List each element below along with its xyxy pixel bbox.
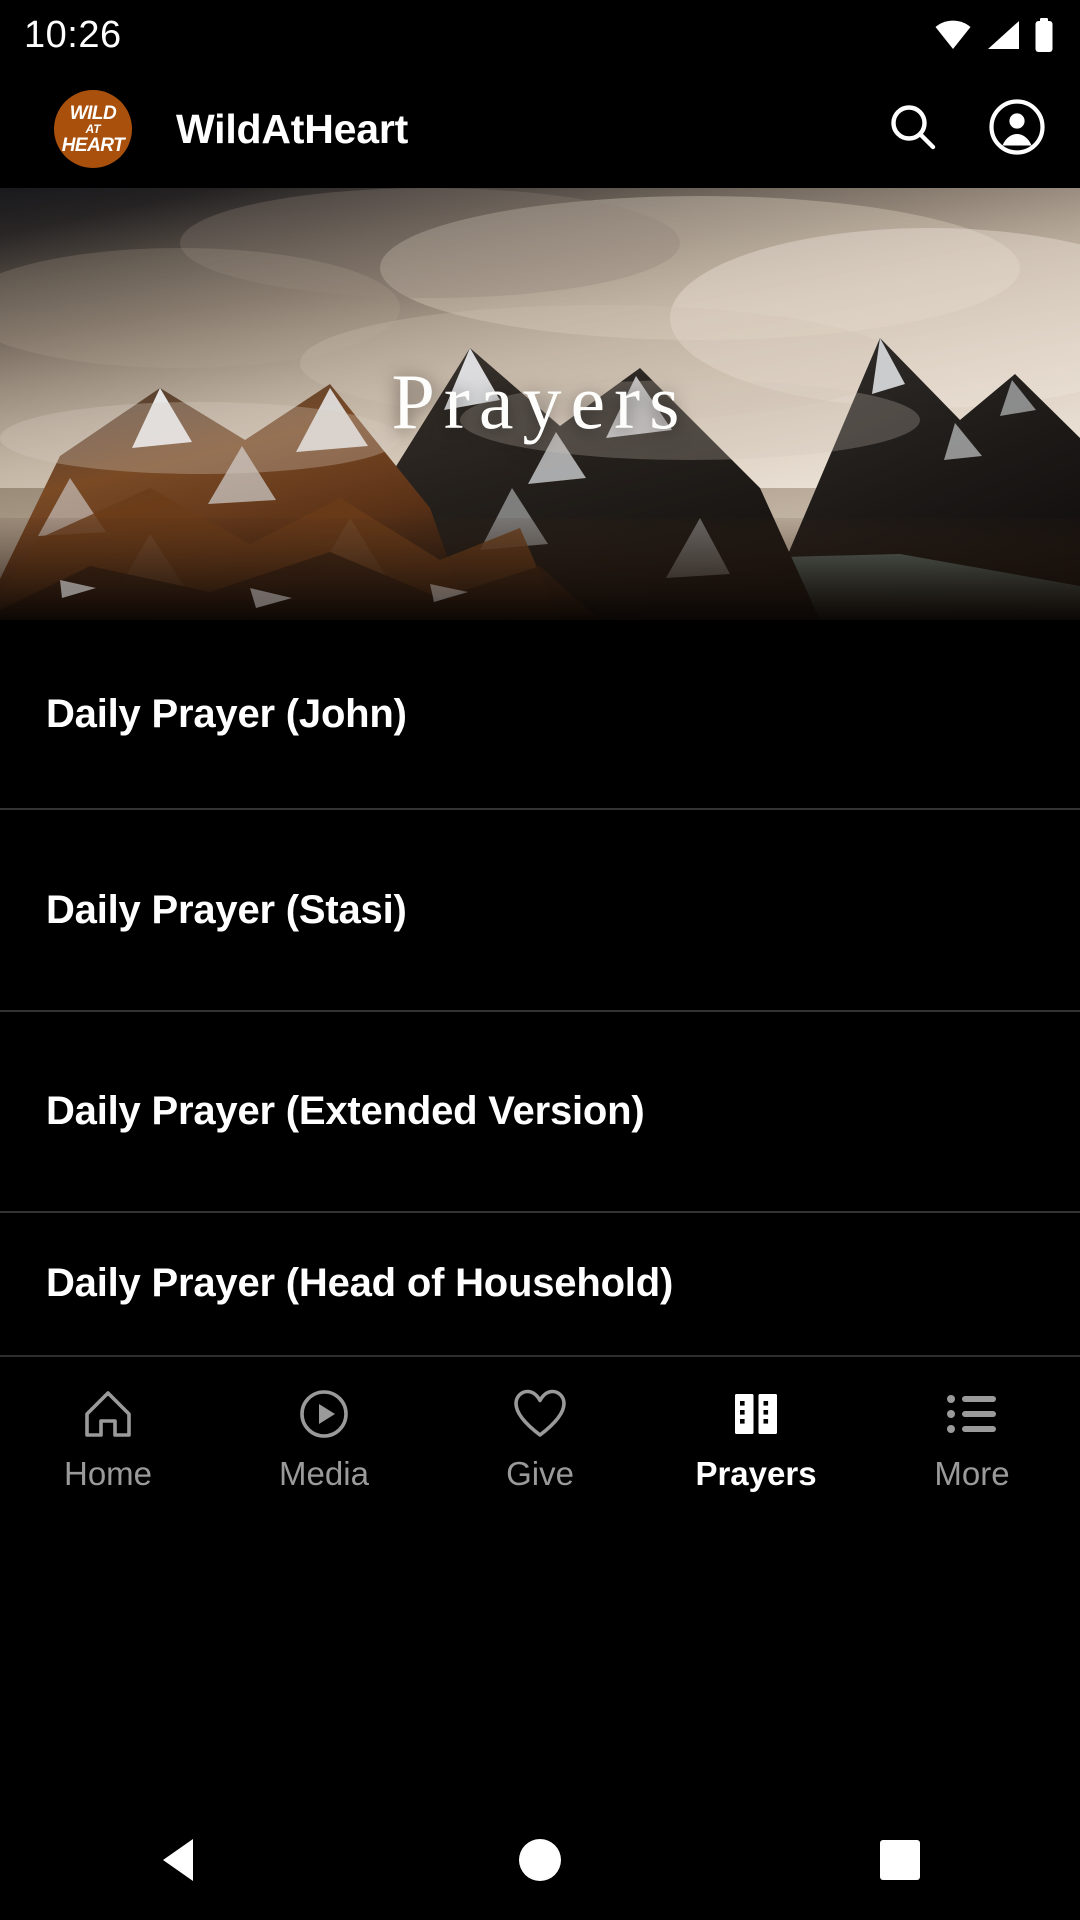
nav-label-media: Media (279, 1455, 369, 1492)
list-item-label: Daily Prayer (John) (46, 691, 407, 736)
list-menu-icon (946, 1387, 998, 1441)
android-back-button[interactable] (120, 1800, 240, 1920)
status-bar-clock: 10:26 (24, 14, 122, 56)
recents-square-icon (880, 1840, 920, 1880)
list-item-label: Daily Prayer (Extended Version) (46, 1089, 645, 1133)
logo-line-1: WILD (69, 102, 117, 124)
status-bar-icons (934, 18, 1054, 52)
prayer-list: Daily Prayer (John) Daily Prayer (Stasi)… (0, 620, 1080, 1355)
nav-item-prayers[interactable]: Prayers (648, 1387, 864, 1493)
nav-item-home[interactable]: Home (0, 1387, 216, 1493)
list-item[interactable]: Daily Prayer (Extended Version) (0, 1012, 1080, 1213)
search-button[interactable] (884, 100, 942, 158)
nav-label-give: Give (506, 1455, 574, 1492)
heart-icon (513, 1387, 567, 1441)
back-triangle-icon (163, 1839, 193, 1881)
play-circle-icon (298, 1387, 350, 1441)
wifi-icon (934, 20, 972, 50)
list-item[interactable]: Daily Prayer (John) (0, 620, 1080, 810)
hero-banner: Prayers (0, 188, 1080, 620)
nav-label-home: Home (63, 1455, 153, 1492)
logo-line-3: HEART (61, 134, 125, 156)
nav-item-more[interactable]: More (864, 1387, 1080, 1493)
logo-line-2: AT (85, 121, 101, 136)
app-header: WILD AT HEART WildAtHeart (0, 70, 1080, 188)
search-icon (885, 99, 941, 160)
app-root: 10:26 WILD AT HEART WildAtHeart Prayers … (0, 0, 1080, 1920)
account-circle-icon (988, 98, 1046, 161)
home-icon (82, 1387, 134, 1441)
nav-item-media[interactable]: Media (216, 1387, 432, 1493)
brand-block[interactable]: WILD AT HEART WildAtHeart (54, 90, 884, 168)
nav-label-more: More (934, 1455, 1010, 1492)
nav-item-give[interactable]: Give (432, 1387, 648, 1493)
book-icon (730, 1387, 782, 1441)
bottom-navigation: Home Media Give Prayers More (0, 1355, 1080, 1800)
list-item-label: Daily Prayer (Head of Household) (46, 1260, 674, 1305)
wildatheart-logo: WILD AT HEART (54, 90, 132, 168)
list-item-label: Daily Prayer (Stasi) (46, 887, 407, 932)
list-item[interactable]: Daily Prayer (Head of Household) (0, 1213, 1080, 1353)
status-bar: 10:26 (0, 0, 1080, 70)
cellular-signal-icon (986, 20, 1020, 50)
hero-title: Prayers (391, 358, 689, 446)
account-button[interactable] (988, 98, 1046, 161)
nav-label-prayers: Prayers (695, 1455, 817, 1492)
app-title: WildAtHeart (176, 105, 409, 152)
android-system-nav (0, 1800, 1080, 1920)
list-item[interactable]: Daily Prayer (Stasi) (0, 810, 1080, 1012)
home-circle-icon (519, 1839, 561, 1881)
android-recents-button[interactable] (840, 1800, 960, 1920)
app-header-actions (884, 98, 1046, 161)
android-home-button[interactable] (480, 1800, 600, 1920)
battery-icon (1034, 18, 1054, 52)
